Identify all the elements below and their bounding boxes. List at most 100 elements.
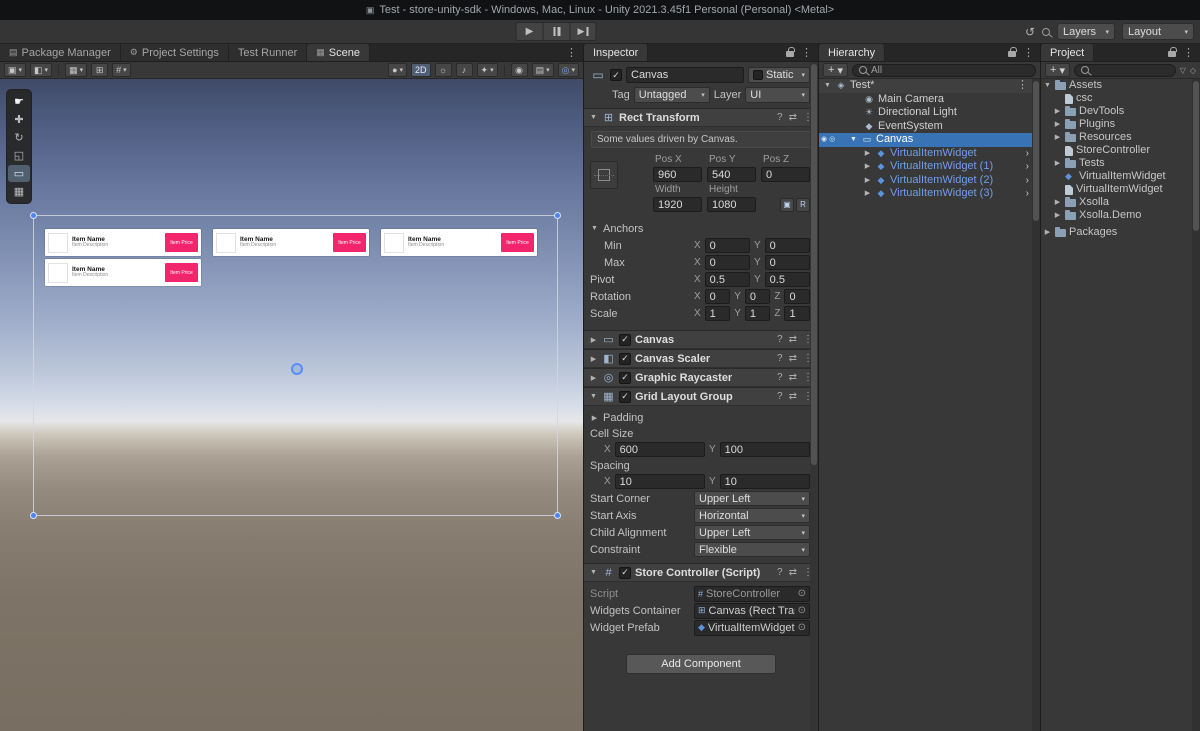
static-dropdown[interactable]: Static ▾: [748, 67, 810, 83]
view-tool-button[interactable]: ☛: [8, 93, 30, 110]
foldout-icon[interactable]: ▶: [863, 187, 872, 200]
rotation-z-field[interactable]: 0: [784, 289, 810, 304]
virtual-item-widget-card[interactable]: Item NameItem Description Item Price: [381, 229, 537, 256]
play-button[interactable]: ▶: [516, 22, 543, 41]
store-controller-header[interactable]: ▼ # ✓ Store Controller (Script) ?⇄⋮: [584, 563, 818, 582]
object-picker-icon[interactable]: ⊙: [798, 622, 806, 633]
resize-handle[interactable]: [30, 212, 37, 219]
handle-position-dropdown[interactable]: ▣▾: [4, 63, 26, 77]
project-item-resources[interactable]: ▶ Resources: [1041, 131, 1192, 144]
cell-size-y-field[interactable]: 100: [720, 442, 810, 457]
tab-scene[interactable]: ▦ Scene: [307, 44, 370, 61]
active-checkbox[interactable]: ✓: [610, 69, 622, 81]
pause-button[interactable]: [543, 22, 570, 41]
layout-dropdown[interactable]: Layout ▾: [1122, 23, 1194, 40]
pivot-x-field[interactable]: 0.5: [705, 272, 750, 287]
search-by-label-icon[interactable]: ◇: [1190, 66, 1196, 75]
pivot-handle[interactable]: [291, 363, 303, 375]
resize-handle[interactable]: [554, 212, 561, 219]
hierarchy-item-main-camera[interactable]: ◉ Main Camera: [819, 93, 1032, 107]
foldout-icon[interactable]: ▶: [1053, 105, 1062, 118]
transform-tool-button[interactable]: ▦: [8, 183, 30, 200]
scene-lighting-toggle[interactable]: ☼: [435, 63, 452, 77]
foldout-icon[interactable]: ▼: [849, 133, 858, 146]
more-icon[interactable]: ⋮: [1023, 46, 1034, 59]
constraint-dropdown[interactable]: Flexible▾: [694, 542, 810, 557]
widgets-container-field[interactable]: ⊞ Canvas (Rect Transfor ⊙: [694, 603, 810, 619]
foldout-icon[interactable]: ▼: [823, 79, 832, 92]
scrollbar-thumb[interactable]: [1033, 81, 1039, 221]
project-item-storecontroller[interactable]: StoreController: [1041, 144, 1192, 157]
pos-y-field[interactable]: 540: [707, 167, 756, 182]
2d-toggle[interactable]: 2D: [411, 63, 431, 77]
foldout-icon[interactable]: ▼: [589, 569, 598, 576]
gameobject-name-field[interactable]: Canvas: [626, 67, 744, 83]
virtual-item-widget-card[interactable]: Item NameItem Description Item Price: [213, 229, 369, 256]
resize-handle[interactable]: [30, 512, 37, 519]
project-item-tests[interactable]: ▶ Tests: [1041, 157, 1192, 170]
presets-icon[interactable]: ⇄: [789, 334, 797, 345]
tab-inspector[interactable]: Inspector: [584, 44, 648, 61]
project-scrollbar[interactable]: [1192, 79, 1200, 731]
more-icon[interactable]: ⋮: [1017, 79, 1032, 92]
enabled-checkbox[interactable]: ✓: [619, 372, 631, 384]
foldout-icon[interactable]: ▶: [1053, 118, 1062, 131]
foldout-icon[interactable]: ▶: [1053, 196, 1062, 209]
scene-visibility-toggle[interactable]: ◉: [511, 63, 528, 77]
enabled-checkbox[interactable]: ✓: [619, 391, 631, 403]
move-tool-button[interactable]: ✚: [8, 111, 30, 128]
pivot-y-field[interactable]: 0.5: [765, 272, 810, 287]
hierarchy-item-directional-light[interactable]: ☀ Directional Light: [819, 106, 1032, 120]
rotation-x-field[interactable]: 0: [705, 289, 731, 304]
anchor-min-y-field[interactable]: 0: [765, 238, 810, 253]
more-icon[interactable]: ⋮: [566, 46, 577, 59]
scrollbar-thumb[interactable]: [1193, 81, 1199, 231]
scene-audio-toggle[interactable]: ♪: [456, 63, 473, 77]
lock-icon[interactable]: [1008, 51, 1016, 57]
undo-history-icon[interactable]: ↺: [1025, 25, 1035, 39]
scale-x-field[interactable]: 1: [705, 306, 731, 321]
create-asset-button[interactable]: +▾: [1045, 63, 1070, 77]
item-price-button[interactable]: Item Price: [165, 263, 198, 282]
project-item-virtualitemwidget-script[interactable]: VirtualItemWidget: [1041, 183, 1192, 196]
pos-x-field[interactable]: 960: [653, 167, 702, 182]
object-picker-icon[interactable]: ⊙: [798, 605, 806, 616]
help-icon[interactable]: ?: [777, 567, 783, 578]
inspector-scrollbar[interactable]: [810, 62, 818, 731]
item-price-button[interactable]: Item Price: [165, 233, 198, 252]
canvas-component-header[interactable]: ▶ ▭ ✓ Canvas ?⇄⋮: [584, 330, 818, 349]
start-corner-dropdown[interactable]: Upper Left▾: [694, 491, 810, 506]
rect-tool-button[interactable]: ▭: [8, 165, 30, 182]
tag-dropdown[interactable]: Untagged▾: [634, 87, 710, 103]
padding-foldout[interactable]: ▶ Padding: [584, 409, 818, 426]
pos-z-field[interactable]: 0: [761, 167, 810, 182]
gizmos-dropdown[interactable]: ◎▾: [558, 63, 579, 77]
foldout-icon[interactable]: ▶: [863, 160, 872, 173]
scene-viewport[interactable]: ☛ ✚ ↻ ◱ ▭ ▦ Item NameItem Description It…: [0, 79, 583, 731]
project-item-devtools[interactable]: ▶ DevTools: [1041, 105, 1192, 118]
hierarchy-item-virtualitemwidget-2[interactable]: ▶ ◆ VirtualItemWidget (2) ›: [819, 174, 1032, 188]
foldout-icon[interactable]: ▶: [863, 174, 872, 187]
project-item-xsolla-demo[interactable]: ▶ Xsolla.Demo: [1041, 209, 1192, 222]
hierarchy-item-virtualitemwidget-3[interactable]: ▶ ◆ VirtualItemWidget (3) ›: [819, 187, 1032, 201]
hierarchy-item-canvas[interactable]: ◉ ◎ ▼ ▭ Canvas: [819, 133, 1032, 147]
raw-edit-mode-button[interactable]: R: [796, 198, 810, 212]
help-icon[interactable]: ?: [777, 372, 783, 383]
foldout-icon[interactable]: ▶: [589, 355, 598, 363]
hierarchy-item-virtualitemwidget[interactable]: ▶ ◆ VirtualItemWidget ›: [819, 147, 1032, 161]
lock-icon[interactable]: [1168, 51, 1176, 57]
enabled-checkbox[interactable]: ✓: [619, 334, 631, 346]
grid-layout-group-header[interactable]: ▼ ▦ ✓ Grid Layout Group ?⇄⋮: [584, 387, 818, 406]
shading-mode-dropdown[interactable]: ●▾: [388, 63, 407, 77]
cell-size-x-field[interactable]: 600: [615, 442, 705, 457]
foldout-icon[interactable]: ▼: [589, 114, 598, 121]
object-picker-icon[interactable]: ⊙: [798, 588, 806, 599]
enabled-checkbox[interactable]: ✓: [619, 567, 631, 579]
graphic-raycaster-header[interactable]: ▶ ◎ ✓ Graphic Raycaster ?⇄⋮: [584, 368, 818, 387]
handle-rotation-dropdown[interactable]: ◧▾: [30, 63, 52, 77]
camera-settings-dropdown[interactable]: ▤▾: [532, 63, 554, 77]
blueprint-mode-button[interactable]: ▣: [780, 198, 794, 212]
project-item-xsolla[interactable]: ▶ Xsolla: [1041, 196, 1192, 209]
search-icon[interactable]: [1042, 28, 1050, 36]
hierarchy-item-virtualitemwidget-1[interactable]: ▶ ◆ VirtualItemWidget (1) ›: [819, 160, 1032, 174]
